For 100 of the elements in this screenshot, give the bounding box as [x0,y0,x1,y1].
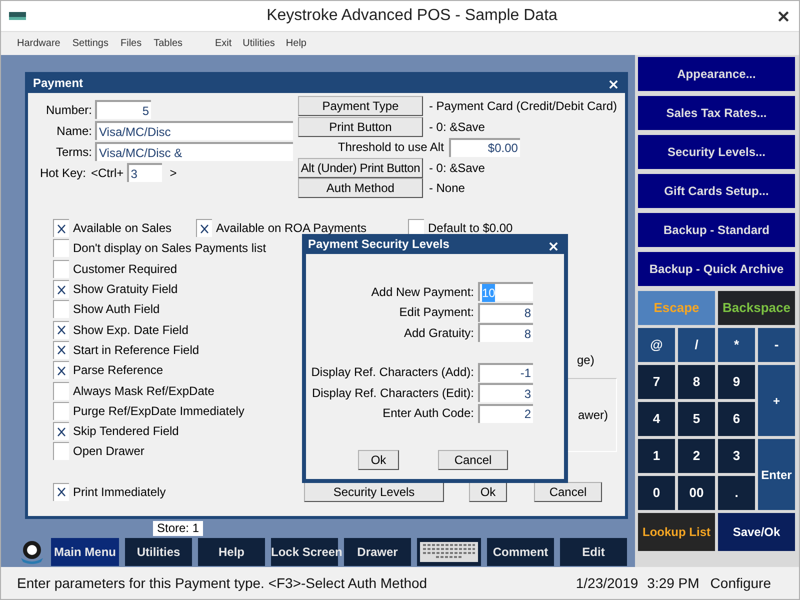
checkbox[interactable] [53,442,69,460]
side-button[interactable]: Gift Cards Setup... [638,174,795,208]
toolbar-button[interactable]: Main Menu [51,538,119,566]
keypad-key[interactable]: Backspace [718,291,795,325]
field-label: Threshold to use Alt [336,139,444,156]
checkbox[interactable] [53,361,69,380]
field-label: Display Ref. Characters (Add): [310,364,474,382]
info-text: - None [428,180,465,198]
field-label: Display Ref. Characters (Edit): [310,384,474,402]
toolbar-button[interactable]: Comment [487,538,554,566]
check-icon [57,487,66,498]
form-button[interactable]: Ok [358,450,399,470]
checkbox[interactable] [53,402,69,420]
keypad-key[interactable]: 7 [638,365,675,399]
toolbar-button[interactable]: Edit [560,538,627,566]
keypad-key[interactable]: 3 [718,439,755,473]
form-button[interactable]: Alt (Under) Print Button [298,158,423,178]
input-field[interactable]: 3 [126,163,162,182]
checkbox[interactable] [53,219,69,238]
info-text: - Payment Card (Credit/Debit Card) [428,98,617,116]
side-button[interactable]: Backup - Standard [638,213,795,247]
status-message: Enter parameters for this Payment type. <F3>-Select Auth Method [17,574,428,593]
side-button[interactable]: Sales Tax Rates... [638,96,795,130]
keypad-key[interactable]: 0 [638,476,675,510]
form-button[interactable]: Print Button [298,116,423,137]
checkbox[interactable] [53,482,69,501]
checkbox[interactable] [53,239,69,258]
menu-item[interactable]: Hardware [17,36,60,51]
menu-item[interactable]: Settings [72,36,108,51]
menu-item[interactable]: Exit [215,36,232,51]
menu-item[interactable]: Files [120,36,142,51]
close-icon[interactable] [778,10,789,22]
input-field[interactable]: 8 [478,323,533,342]
checkbox-label: Show Gratuity Field [73,281,178,298]
input-field[interactable]: $0.00 [448,138,520,157]
keypad-key[interactable]: - [758,328,795,362]
toolbar-button[interactable]: Drawer [344,538,411,566]
checkbox[interactable] [196,219,212,238]
form-button[interactable]: Payment Type [298,96,423,116]
input-field[interactable]: 2 [478,404,533,423]
keypad-key[interactable]: * [718,328,755,362]
side-button[interactable]: Backup - Quick Archive [638,252,795,286]
form-button[interactable]: Auth Method [298,178,423,198]
keypad-key[interactable]: 9 [718,365,755,399]
toolbar-button[interactable]: Utilities [125,538,192,566]
field-label: Name: [56,122,92,140]
input-field[interactable]: 8 [478,302,533,322]
input-field[interactable]: 3 [478,383,533,402]
keypad-key[interactable]: Enter [758,439,795,510]
status-time: 3:29 PM [647,574,700,592]
keypad-key[interactable]: 5 [678,402,715,436]
keypad-key[interactable]: 00 [678,476,715,510]
checkbox[interactable] [53,280,69,298]
input-field[interactable]: Visa/MC/Disc [95,121,293,140]
dialog-title: Payment Security Levels [308,236,450,253]
keypad-key[interactable]: . [718,476,755,510]
checkbox[interactable] [53,300,69,318]
keypad-key[interactable]: @ [638,328,675,362]
menu-item[interactable]: Utilities [242,36,275,51]
field-label: Enter Auth Code: [382,405,474,422]
checkbox[interactable] [53,340,69,359]
form-button[interactable]: Cancel [438,450,508,470]
keyboard-icon [420,542,478,562]
keypad-key[interactable]: 8 [678,365,715,399]
keypad-key[interactable]: / [678,328,715,362]
keypad-key[interactable]: 1 [638,439,675,473]
label-fragment: ge) [577,352,596,370]
info-text: - 0: &Save [428,160,485,177]
side-button[interactable]: Appearance... [638,57,795,91]
checkbox[interactable] [53,260,69,278]
menu-item[interactable]: Tables [154,36,183,51]
check-icon [200,224,209,234]
keypad-key[interactable]: 4 [638,402,675,436]
checkbox[interactable] [53,320,69,339]
keypad-key[interactable]: Save/Ok [718,513,795,551]
field-label: Add Gratuity: [402,324,474,342]
form-button[interactable]: Ok [469,482,507,502]
input-field[interactable]: 5 [95,100,151,119]
keypad-key[interactable]: 2 [678,439,715,473]
keypad-key[interactable]: 6 [718,402,755,436]
toolbar-button[interactable]: Help [198,538,265,566]
form-button[interactable]: Cancel [534,482,602,502]
side-button[interactable]: Security Levels... [638,135,795,169]
dialog-title: Payment [33,74,84,92]
keypad-key[interactable]: + [758,365,795,436]
check-icon [57,284,66,295]
checkbox-label: Available on ROA Payments [216,220,367,238]
form-button[interactable]: Security Levels [304,482,444,502]
checkbox[interactable] [53,422,69,440]
menu-item[interactable]: Help [286,36,306,51]
checkbox-label: Default to $0.00 [428,220,513,238]
status-mode: Configure [710,574,771,593]
checkbox-label: Skip Tendered Field [73,423,179,440]
input-field[interactable]: Visa/MC/Disc & [95,142,293,161]
checkbox-label: Open Drawer [73,443,144,460]
keypad-key[interactable]: Lookup List [638,513,715,551]
checkbox[interactable] [53,382,69,400]
field-label: Edit Payment: [398,304,474,322]
input-field[interactable]: -1 [478,362,533,382]
keyboard-button[interactable] [417,538,481,566]
